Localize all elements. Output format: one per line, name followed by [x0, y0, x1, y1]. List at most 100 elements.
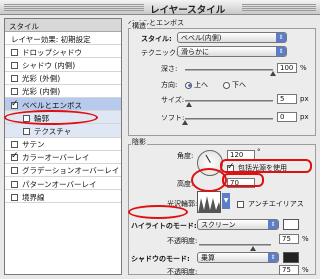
structure-group: 構造 スタイル: ベベル(内側) ⇕ テクニック: 滑らかに ⇕ 深さ: 100…	[128, 21, 316, 136]
direction-up-label: 上へ	[194, 81, 208, 89]
style-checkbox[interactable]	[11, 193, 18, 201]
style-item[interactable]: カラーオーバーレイ	[5, 151, 121, 164]
style-checkbox[interactable]	[11, 75, 18, 83]
style-item-label: サテン	[22, 140, 45, 150]
direction-label: 方向:	[161, 81, 178, 89]
direction-down-label: 下へ	[232, 81, 246, 89]
style-item[interactable]: レイヤー効果: 初期設定	[5, 32, 121, 46]
style-item[interactable]: グラデーションオーバーレイ	[5, 164, 121, 178]
style-checkbox[interactable]	[11, 61, 18, 69]
technique-label: テクニック:	[141, 49, 179, 57]
style-select-value: ベベル(内側)	[181, 34, 222, 42]
structure-title: 構造	[131, 21, 147, 31]
annotation-highlight-mode	[128, 205, 188, 219]
style-item-label: ベベルとエンボス	[22, 100, 82, 110]
window-title: レイヤースタイル	[150, 5, 226, 16]
style-item[interactable]: サテン	[5, 138, 121, 151]
titlebar-grip-right	[242, 4, 316, 11]
chevron-updown-icon: ⇕	[268, 220, 278, 229]
styles-list-panel: スタイル レイヤー効果: 初期設定 ドロップシャドウ シャドウ (内側) 光彩 (外側…	[4, 18, 122, 275]
anti-alias-label: アンチエイリアス	[248, 200, 304, 208]
soften-slider-handle[interactable]	[182, 120, 188, 125]
angle-needle	[205, 154, 211, 163]
soften-input[interactable]: 0	[277, 112, 297, 122]
shadow-color-swatch[interactable]	[283, 252, 299, 263]
style-item[interactable]: ドロップシャドウ	[5, 45, 121, 59]
shadow-opacity-input[interactable]: 75	[279, 265, 299, 275]
style-item-label: シャドウ (内側)	[22, 60, 76, 70]
depth-label: 深さ:	[161, 65, 178, 73]
style-item-label: 境界線	[22, 192, 45, 202]
direction-up-option[interactable]: 上へ	[185, 80, 208, 90]
angle-label: 角度:	[177, 152, 194, 160]
highlight-opacity-label: 不透明度:	[167, 237, 198, 245]
radio-up[interactable]	[185, 81, 192, 89]
highlight-opacity-input[interactable]: 75	[279, 234, 299, 244]
annotation-global-light	[220, 159, 312, 173]
shadow-opacity-unit: %	[302, 266, 309, 274]
style-item[interactable]: 光彩 (内側)	[5, 85, 121, 98]
shading-title: 陰影	[131, 137, 147, 147]
radio-down[interactable]	[223, 81, 230, 89]
size-slider[interactable]	[185, 100, 273, 102]
style-checkbox[interactable]	[11, 180, 18, 188]
style-checkbox[interactable]	[11, 141, 18, 149]
shadow-opacity-label: 不透明度:	[167, 268, 198, 276]
style-item-label: 光彩 (内側)	[22, 87, 61, 97]
highlight-mode-select[interactable]: スクリーン ⇕	[197, 219, 279, 230]
style-item-label: グラデーションオーバーレイ	[22, 166, 120, 176]
style-item[interactable]: テクスチャ	[5, 124, 121, 138]
style-item-label: パターンオーバーレイ	[22, 179, 97, 189]
style-checkbox[interactable]	[11, 151, 19, 162]
highlight-opacity-slider[interactable]	[199, 244, 271, 246]
highlight-color-swatch[interactable]	[283, 219, 299, 230]
style-checkbox[interactable]	[11, 48, 18, 56]
size-input[interactable]: 5	[277, 94, 297, 104]
annotation-ring-bevel	[4, 110, 98, 125]
depth-input[interactable]: 100	[277, 63, 297, 73]
depth-unit: %	[300, 64, 307, 72]
style-item[interactable]: 境界線	[5, 190, 121, 204]
style-item[interactable]: 光彩 (外側)	[5, 72, 121, 85]
highlight-mode-value: スクリーン	[201, 221, 236, 229]
style-item[interactable]: パターンオーバーレイ	[5, 177, 121, 191]
style-checkbox[interactable]	[11, 99, 19, 109]
chevron-updown-icon: ⇕	[276, 33, 286, 42]
shadow-mode-select[interactable]: 乗算 ⇕	[197, 252, 279, 263]
angle-unit: °	[257, 148, 261, 156]
style-item-label: カラーオーバーレイ	[22, 153, 90, 163]
highlight-opacity-handle[interactable]	[250, 246, 256, 251]
highlight-mode-label: ハイライトのモード:	[131, 222, 197, 230]
style-item-label: ドロップシャドウ	[22, 47, 82, 57]
gloss-contour-preview[interactable]	[197, 191, 221, 213]
direction-down-option[interactable]: 下へ	[223, 80, 246, 90]
anti-alias-checkbox[interactable]	[237, 200, 244, 208]
style-select[interactable]: ベベル(内側) ⇕	[177, 32, 287, 43]
chevron-updown-icon: ⇕	[276, 47, 286, 56]
soften-label: ソフト:	[161, 114, 185, 122]
highlight-opacity-unit: %	[302, 235, 309, 243]
style-item[interactable]: シャドウ (内側)	[5, 58, 121, 72]
chevron-down-icon[interactable]: ▼	[222, 193, 230, 209]
titlebar-grip	[4, 4, 144, 11]
style-checkbox[interactable]	[11, 88, 18, 96]
soften-slider[interactable]	[185, 118, 273, 120]
annotation-gloss-contour	[191, 168, 227, 192]
style-item-label: レイヤー効果: 初期設定	[11, 34, 91, 44]
anti-alias-option[interactable]: アンチエイリアス	[237, 199, 304, 209]
shadow-mode-label: シャドウのモード:	[131, 255, 190, 263]
window-titlebar[interactable]: レイヤースタイル	[0, 0, 320, 16]
technique-select[interactable]: 滑らかに ⇕	[177, 46, 287, 57]
style-item[interactable]: ベベルとエンボス	[5, 97, 121, 112]
depth-slider[interactable]	[185, 69, 273, 71]
style-checkbox[interactable]	[23, 127, 30, 135]
annotation-altitude	[222, 173, 264, 187]
depth-slider-handle[interactable]	[270, 71, 276, 76]
size-unit: px	[300, 95, 309, 103]
size-slider-handle[interactable]	[186, 102, 193, 107]
style-checkbox[interactable]	[11, 167, 18, 175]
style-item-label: 光彩 (外側)	[22, 74, 61, 84]
size-label: サイズ:	[161, 96, 185, 104]
styles-header[interactable]: スタイル	[5, 19, 121, 32]
bevel-settings-panel: ベベルとエンボス 構造 スタイル: ベベル(内側) ⇕ テクニック: 滑らかに …	[126, 18, 318, 277]
